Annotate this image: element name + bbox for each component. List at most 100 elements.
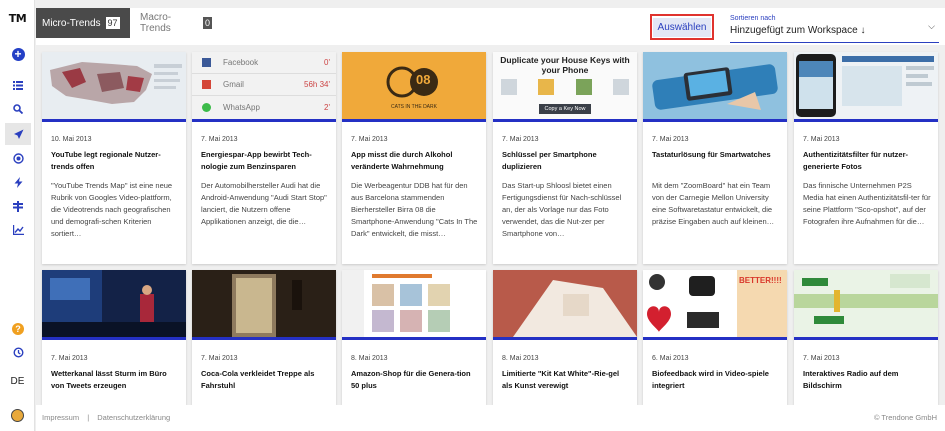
add-button[interactable]: + [5,43,31,65]
card-description: Das Start-up Shloosl bietet einen Fertig… [502,181,622,238]
help-icon: ? [12,323,24,335]
footer: Impressum | Datenschutzerklärung © Trend… [36,405,945,431]
card-thumbnail [342,270,486,337]
card-accent-bar [493,337,637,340]
card-title: Tastaturlösung für Smartwatches [652,150,771,159]
card-accent-bar [493,119,637,122]
sort-dropdown[interactable]: Sortieren nach Hinzugefügt zum Workspace… [730,15,939,43]
card-thumbnail [794,270,938,337]
trend-card[interactable]: 7. Mai 2013 Coca-Cola verkleidet Treppe … [192,270,336,405]
phone-screenshot-image [794,52,938,119]
trend-card[interactable]: 8. Mai 2013 Limitierte "Kit Kat White"-R… [493,270,637,405]
card-title: Limitierte "Kit Kat White"-Rie-gel als K… [502,369,620,390]
search-icon [13,104,23,114]
thumb-button: Copy a Key Now [539,104,591,114]
app-usage-row: Facebook 0' [192,52,336,74]
trend-card[interactable]: 7. Mai 2013 Tastaturlösung für Smartwatc… [643,52,787,264]
nav-trends[interactable] [5,123,31,145]
app-usage: 56h 34' [304,80,330,89]
chart-icon [12,225,24,235]
tab-macro-trends[interactable]: Macro-Trends 0 [134,8,218,38]
app-logo[interactable]: TM [0,12,35,25]
avatar[interactable] [11,409,24,422]
card-date: 7. Mai 2013 [51,355,88,362]
privacy-link[interactable]: Datenschutzerklärung [97,413,170,422]
app-name: Facebook [223,58,259,67]
nav-search[interactable] [5,98,31,120]
trend-card[interactable]: 08 CATS IN THE DARK 7. Mai 2013 App miss… [342,52,486,264]
select-button[interactable]: Auswählen [652,17,712,37]
card-accent-bar [643,119,787,122]
bolt-icon [14,176,22,188]
app-usage-row: WhatsApp 2' [192,96,336,119]
card-date: 7. Mai 2013 [803,355,840,362]
card-date: 7. Mai 2013 [351,136,388,143]
thumb-illustration [501,79,629,95]
add-icon: + [11,47,25,61]
card-accent-bar [794,119,938,122]
card-date: 7. Mai 2013 [652,136,689,143]
card-accent-bar [342,119,486,122]
card-description: Der Automobilhersteller Audi hat die And… [201,181,327,226]
facebook-icon [202,58,211,67]
card-description: Die Werbeagentur DDB hat für den aus Bar… [351,181,478,238]
tab-label: Micro-Trends [42,17,101,29]
card-title: Energiespar-App bewirbt Tech-nologie zum… [201,150,312,171]
count-badge: 0 [202,17,212,29]
trend-card[interactable]: BETTER!!!! 6. Mai 2013 Biofeedback wird … [643,270,787,405]
trend-card[interactable]: Facebook 0' Gmail 56h 34' WhatsApp 2' 7.… [192,52,336,264]
nav-chart[interactable] [5,219,31,241]
card-thumbnail: Facebook 0' Gmail 56h 34' WhatsApp 2' [192,52,336,119]
footer-separator: | [87,413,90,422]
card-title: Biofeedback wird in Video-spiele integri… [652,369,769,390]
card-thumbnail [794,52,938,119]
trend-card[interactable]: 8. Mai 2013 Amazon-Shop für die Genera-t… [342,270,486,405]
count-badge: 97 [105,17,120,29]
card-date: 7. Mai 2013 [201,136,238,143]
impressum-link[interactable]: Impressum [42,413,79,422]
language-switch[interactable]: DE [0,376,35,387]
whatsapp-icon [202,103,211,112]
select-button-highlight: Auswählen [650,14,714,40]
card-title: Wetterkanal lässt Sturm im Büro von Twee… [51,369,167,390]
card-date: 7. Mai 2013 [803,136,840,143]
history-button[interactable] [5,341,31,363]
card-thumbnail [643,52,787,119]
tab-micro-trends[interactable]: Micro-Trends 97 [36,8,130,38]
card-title: Authentizitätsfilter für nutzer-generier… [803,150,908,171]
card-date: 6. Mai 2013 [652,355,689,362]
art-image [493,270,637,337]
help-button[interactable]: ? [5,318,31,340]
sort-value: Hinzugefügt zum Workspace ↓ [730,25,865,36]
thumb-caption: CATS IN THE DARK [391,104,437,110]
nav-list[interactable] [5,74,31,96]
gmail-icon [202,80,211,89]
card-title: Coca-Cola verkleidet Treppe als Fahrstuh… [201,369,315,390]
card-date: 7. Mai 2013 [201,355,238,362]
card-accent-bar [42,337,186,340]
nav-target[interactable] [5,147,31,169]
staircase-image [192,270,336,337]
copyright: © Trendone GmbH [873,413,937,422]
thumb-text: BETTER!!!! [739,276,782,285]
app-usage: 2' [324,103,330,112]
trend-card[interactable]: 7. Mai 2013 Interaktives Radio auf dem B… [794,270,938,405]
card-date: 7. Mai 2013 [502,136,539,143]
nav-bolt[interactable] [5,171,31,193]
list-icon [13,80,23,90]
thumb-logo-text: 08 [416,72,431,87]
card-thumbnail [493,270,637,337]
trend-card[interactable]: 7. Mai 2013 Wetterkanal lässt Sturm im B… [42,270,186,405]
trend-card[interactable]: Duplicate your House Keys with your Phon… [493,52,637,264]
card-thumbnail: BETTER!!!! [643,270,787,337]
app-usage: 0' [324,58,330,67]
sidebar: TM + ? DE [0,0,35,431]
radio-infographic-image [794,270,938,337]
card-title: Amazon-Shop für die Genera-tion 50 plus [351,369,471,390]
trend-card[interactable]: 7. Mai 2013 Authentizitätsfilter für nut… [794,52,938,264]
card-date: 8. Mai 2013 [502,355,539,362]
card-accent-bar [794,337,938,340]
nav-pin[interactable] [5,195,31,217]
sort-label: Sortieren nach [730,15,776,22]
trend-card[interactable]: 10. Mai 2013 YouTube legt regionale Nutz… [42,52,186,264]
